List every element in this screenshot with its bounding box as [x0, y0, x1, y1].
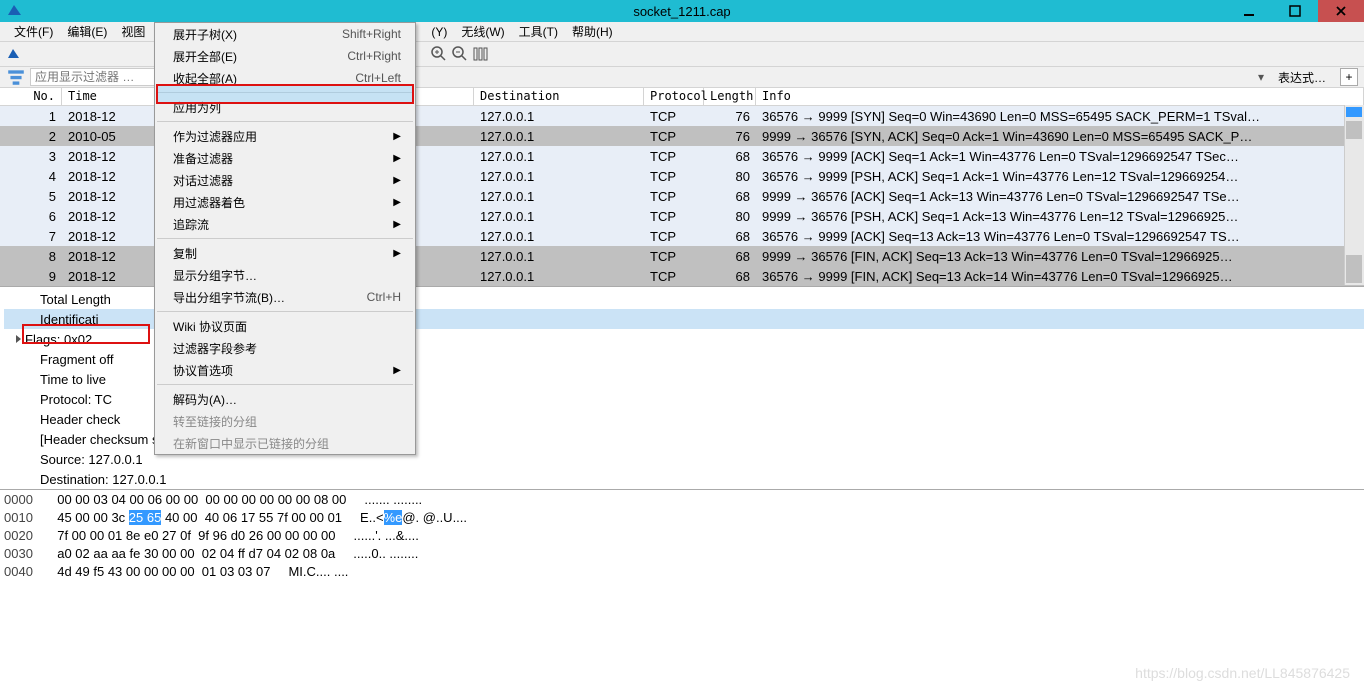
col-header-no[interactable]: No.	[0, 88, 62, 105]
menu-y[interactable]: (Y)	[425, 23, 453, 41]
menu-wireless[interactable]: 无线(W)	[455, 21, 510, 42]
ctx-export-bytes[interactable]: 导出分组字节流(B)…Ctrl+H	[155, 286, 415, 308]
hex-line[interactable]: 0040 4d 49 f5 43 00 00 00 00 01 03 03 07…	[4, 564, 1364, 582]
zoom-out-icon[interactable]	[451, 45, 469, 63]
minimize-button[interactable]	[1226, 0, 1272, 22]
context-menu: 展开子树(X)Shift+Right 展开全部(E)Ctrl+Right 收起全…	[154, 22, 416, 455]
expand-icon[interactable]	[16, 335, 21, 343]
ctx-decode-as[interactable]: 解码为(A)…	[155, 388, 415, 410]
ctx-goto-linked: 转至链接的分组	[155, 410, 415, 432]
add-filter-button[interactable]: +	[1340, 68, 1358, 86]
detail-destination: Destination: 127.0.0.1	[4, 469, 1364, 489]
ctx-collapse-all[interactable]: 收起全部(A)Ctrl+Left	[155, 67, 415, 89]
ctx-expand-all[interactable]: 展开全部(E)Ctrl+Right	[155, 45, 415, 67]
menu-tools[interactable]: 工具(T)	[513, 21, 564, 42]
ctx-follow-stream[interactable]: 追踪流▶	[155, 213, 415, 235]
ctx-copy[interactable]: 复制▶	[155, 242, 415, 264]
columns-icon[interactable]	[472, 45, 490, 63]
filter-icon[interactable]	[6, 67, 26, 87]
zoom-in-icon[interactable]	[430, 45, 448, 63]
hex-line[interactable]: 0010 45 00 00 3c 25 65 40 00 40 06 17 55…	[4, 510, 1364, 528]
ctx-show-packet-bytes[interactable]: 显示分组字节…	[155, 264, 415, 286]
col-header-length[interactable]: Length	[704, 88, 756, 105]
ctx-apply-as-filter[interactable]: 作为过滤器应用▶	[155, 125, 415, 147]
window-title: socket_1211.cap	[633, 4, 730, 19]
ctx-wiki-page[interactable]: Wiki 协议页面	[155, 315, 415, 337]
packet-list-scrollbar[interactable]	[1344, 105, 1364, 285]
ctx-show-linked-newwin: 在新窗口中显示已链接的分组	[155, 432, 415, 454]
hex-line[interactable]: 0020 7f 00 00 01 8e e0 27 0f 9f 96 d0 26…	[4, 528, 1364, 546]
menu-view[interactable]: 视图	[115, 21, 151, 42]
expression-button[interactable]: 表达式…	[1270, 69, 1334, 86]
col-header-protocol[interactable]: Protocol	[644, 88, 704, 105]
col-header-destination[interactable]: Destination	[474, 88, 644, 105]
menu-help[interactable]: 帮助(H)	[566, 21, 619, 42]
ctx-filter-field-ref[interactable]: 过滤器字段参考	[155, 337, 415, 359]
close-button[interactable]	[1318, 0, 1364, 22]
hex-line[interactable]: 0000 00 00 03 04 00 06 00 00 00 00 00 00…	[4, 492, 1364, 510]
scroll-marker-2	[1346, 121, 1362, 139]
ctx-colorize-filter[interactable]: 用过滤器着色▶	[155, 191, 415, 213]
hex-line[interactable]: 0030 a0 02 aa aa fe 30 00 00 02 04 ff d7…	[4, 546, 1364, 564]
watermark-text: https://blog.csdn.net/LL845876425	[1135, 665, 1350, 681]
ctx-prepare-filter[interactable]: 准备过滤器▶	[155, 147, 415, 169]
ctx-protocol-prefs[interactable]: 协议首选项▶	[155, 359, 415, 381]
filter-dropdown-icon[interactable]: ▾	[1252, 70, 1270, 84]
hex-dump-pane[interactable]: 0000 00 00 03 04 00 06 00 00 00 00 00 00…	[0, 489, 1364, 582]
app-icon	[6, 1, 26, 21]
ctx-apply-as-column[interactable]: 应用为列	[155, 96, 415, 118]
maximize-button[interactable]	[1272, 0, 1318, 22]
scroll-marker-1	[1346, 107, 1362, 117]
ctx-conversation-filter[interactable]: 对话过滤器▶	[155, 169, 415, 191]
menu-file[interactable]: 文件(F)	[8, 21, 59, 42]
scroll-marker-3	[1346, 255, 1362, 283]
title-bar: socket_1211.cap	[0, 0, 1364, 22]
col-header-source[interactable]	[412, 88, 474, 105]
menu-edit[interactable]: 编辑(E)	[61, 21, 113, 42]
ctx-expand-subtree[interactable]: 展开子树(X)Shift+Right	[155, 23, 415, 45]
app-logo-icon	[6, 45, 24, 63]
col-header-info[interactable]: Info	[756, 88, 1364, 105]
